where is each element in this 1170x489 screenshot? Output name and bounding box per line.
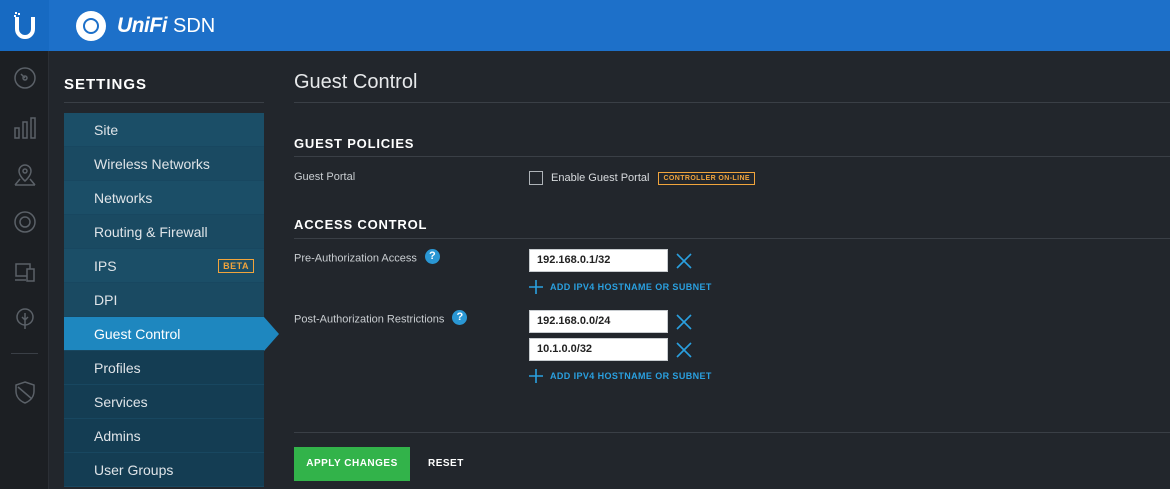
enable-guest-portal-row: Enable Guest Portal CONTROLLER ON-LINE	[529, 171, 755, 185]
add-post-auth-link[interactable]: ADD IPV4 HOSTNAME OR SUBNET	[529, 369, 712, 383]
post-auth-input-1[interactable]: 192.168.0.0/24	[529, 310, 668, 333]
settings-divider	[64, 102, 264, 103]
top-header: UniFi SDN	[0, 0, 1170, 51]
ubiquiti-u-icon	[13, 11, 35, 39]
pre-auth-label: Pre-Authorization Access?	[294, 249, 440, 266]
post-auth-label: Post-Authorization Restrictions?	[294, 310, 468, 327]
devices-icon[interactable]	[12, 209, 37, 234]
remove-post-auth-1-icon[interactable]	[676, 314, 692, 330]
apply-changes-button[interactable]: APPLY CHANGES	[294, 447, 410, 481]
settings-panel: SETTINGS Site Wireless Networks Networks…	[49, 51, 280, 489]
alerts-icon[interactable]	[12, 379, 37, 404]
enable-guest-portal-checkbox[interactable]	[529, 171, 543, 185]
nav-item-profiles[interactable]: Profiles	[64, 351, 264, 385]
rail-divider	[11, 353, 38, 354]
nav-item-site[interactable]: Site	[64, 113, 264, 147]
settings-nav: Site Wireless Networks Networks Routing …	[64, 113, 279, 487]
nav-item-user-groups[interactable]: User Groups	[64, 453, 264, 487]
reset-button[interactable]: RESET	[428, 447, 464, 481]
ubiquiti-logo[interactable]	[0, 0, 49, 51]
nav-item-guest-control[interactable]: Guest Control	[64, 317, 279, 351]
post-auth-help-icon[interactable]: ?	[452, 310, 468, 325]
pre-auth-help-icon[interactable]: ?	[424, 249, 440, 264]
nav-item-label: Services	[94, 394, 148, 410]
add-pre-auth-link[interactable]: ADD IPV4 HOSTNAME OR SUBNET	[529, 280, 712, 294]
nav-item-networks[interactable]: Networks	[64, 181, 264, 215]
remove-post-auth-2-icon[interactable]	[676, 342, 692, 358]
nav-item-label: Networks	[94, 190, 153, 206]
nav-item-dpi[interactable]: DPI	[64, 283, 264, 317]
nav-item-label: IPS	[94, 258, 117, 274]
main-content: Guest Control GUEST POLICIES Guest Porta…	[280, 51, 1170, 489]
brand: UniFi SDN	[76, 10, 215, 42]
add-post-auth-label: ADD IPV4 HOSTNAME OR SUBNET	[550, 371, 712, 381]
unifi-icon	[76, 11, 106, 41]
page-title: Guest Control	[294, 71, 418, 93]
enable-guest-portal-label[interactable]: Enable Guest Portal	[551, 172, 649, 184]
access-control-divider	[294, 238, 1170, 239]
nav-item-wireless-networks[interactable]: Wireless Networks	[64, 147, 264, 181]
nav-item-label: DPI	[94, 292, 118, 308]
nav-item-label: Site	[94, 122, 119, 138]
nav-item-ips[interactable]: IPS BETA	[64, 249, 264, 283]
brand-suffix: SDN	[173, 14, 216, 37]
brand-name: UniFi	[117, 14, 168, 37]
access-control-heading: ACCESS CONTROL	[294, 217, 428, 232]
post-auth-label-text: Post-Authorization Restrictions	[294, 313, 445, 326]
controller-online-badge: CONTROLLER ON-LINE	[658, 171, 755, 185]
nav-item-admins[interactable]: Admins	[64, 419, 264, 453]
nav-item-label: Routing & Firewall	[94, 224, 208, 240]
add-pre-auth-label: ADD IPV4 HOSTNAME OR SUBNET	[550, 282, 712, 292]
footer-divider	[294, 432, 1170, 433]
plus-icon	[529, 369, 543, 383]
guest-policies-divider	[294, 156, 1170, 157]
icon-rail	[0, 51, 49, 489]
map-icon[interactable]	[12, 162, 37, 187]
nav-item-label: Admins	[94, 428, 141, 444]
pre-auth-label-text: Pre-Authorization Access	[294, 252, 417, 265]
dashboard-icon[interactable]	[12, 65, 37, 90]
title-divider	[294, 102, 1170, 103]
settings-title: SETTINGS	[64, 76, 148, 93]
nav-item-label: User Groups	[94, 462, 174, 478]
insights-icon[interactable]	[12, 306, 37, 331]
nav-item-label: Guest Control	[94, 326, 181, 342]
clients-icon[interactable]	[12, 259, 37, 284]
remove-pre-auth-icon[interactable]	[676, 253, 692, 269]
nav-item-label: Profiles	[94, 360, 141, 376]
guest-policies-heading: GUEST POLICIES	[294, 136, 415, 151]
guest-portal-label: Guest Portal	[294, 171, 356, 183]
nav-item-routing-firewall[interactable]: Routing & Firewall	[64, 215, 264, 249]
statistics-icon[interactable]	[12, 115, 37, 140]
plus-icon	[529, 280, 543, 294]
nav-item-services[interactable]: Services	[64, 385, 264, 419]
post-auth-input-2[interactable]: 10.1.0.0/32	[529, 338, 668, 361]
nav-item-label: Wireless Networks	[94, 156, 210, 172]
pre-auth-input[interactable]: 192.168.0.1/32	[529, 249, 668, 272]
beta-badge: BETA	[218, 259, 254, 273]
